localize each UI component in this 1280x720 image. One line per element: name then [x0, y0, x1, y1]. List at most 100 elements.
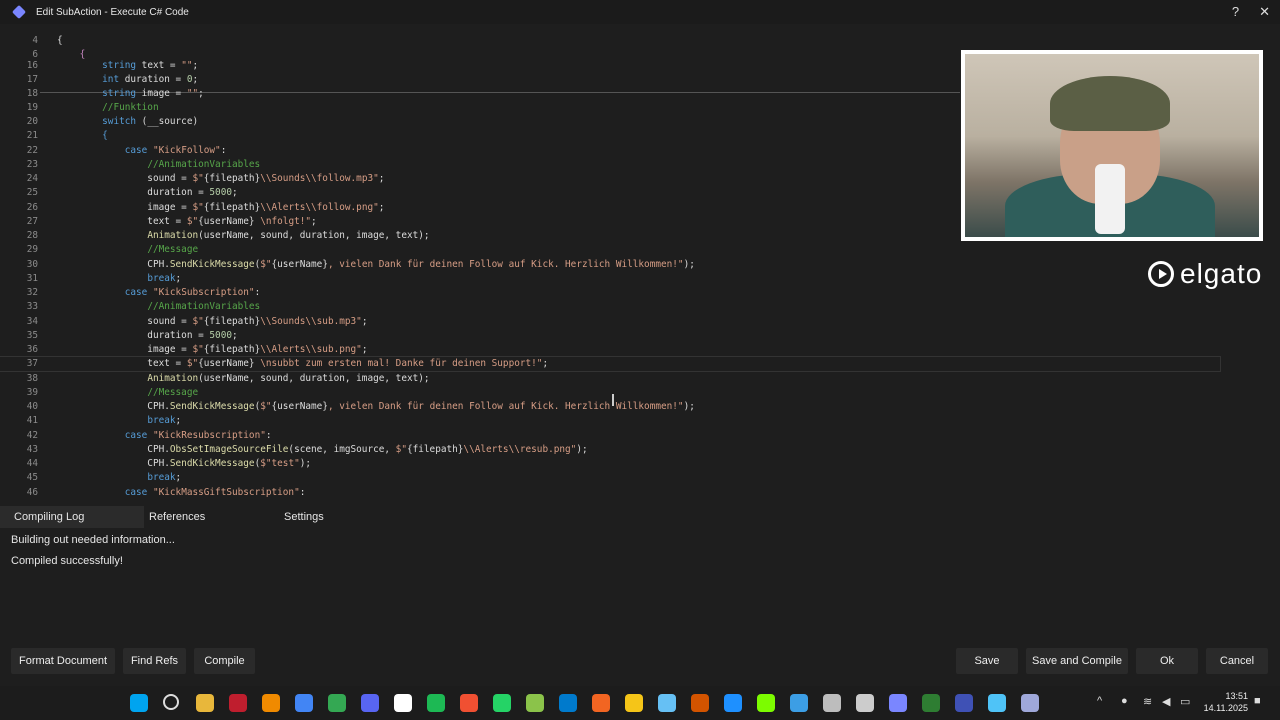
code-line[interactable]: 32 case "KickSubscription": — [0, 286, 1220, 300]
code-line[interactable]: 44 CPH.SendKickMessage($"test"); — [0, 457, 1220, 471]
filezilla-icon[interactable] — [229, 694, 247, 712]
code-line[interactable]: 46 case "KickMassGiftSubscription": — [0, 486, 1220, 500]
chrome-alt-icon[interactable] — [328, 694, 346, 712]
code-text[interactable]: //Funktion — [57, 101, 158, 115]
line-number: 28 — [26, 230, 38, 241]
app-grid-icon[interactable] — [922, 694, 940, 712]
format-document-button[interactable]: Format Document — [11, 648, 115, 674]
code-text[interactable]: text = $"{userName} \nsubbt zum ersten m… — [57, 357, 548, 371]
streamerbot-icon[interactable] — [889, 694, 907, 712]
code-line[interactable]: 40 CPH.SendKickMessage($"{userName}, vie… — [0, 400, 1220, 414]
steam-icon[interactable] — [658, 694, 676, 712]
code-text[interactable]: break; — [57, 272, 181, 286]
battery-icon[interactable]: ▭ — [1180, 695, 1190, 708]
search-icon[interactable] — [163, 694, 179, 710]
code-text[interactable]: CPH.SendKickMessage($"{userName}, vielen… — [57, 400, 695, 414]
tray-chevron-icon[interactable]: ^ — [1097, 695, 1102, 707]
cancel-button[interactable]: Cancel — [1206, 648, 1268, 674]
code-text[interactable]: sound = $"{filepath}\\Sounds\\follow.mp3… — [57, 172, 384, 186]
code-text[interactable]: CPH.SendKickMessage($"test"); — [57, 457, 311, 471]
notepad-plus-icon[interactable] — [526, 694, 544, 712]
code-text[interactable]: string image = ""; — [57, 87, 204, 101]
code-text[interactable]: image = $"{filepath}\\Alerts\\follow.png… — [57, 201, 384, 215]
close-button[interactable]: ✕ — [1259, 4, 1270, 20]
volume-icon[interactable]: ◀ — [1162, 695, 1170, 708]
notification-icon[interactable]: ■ — [1254, 695, 1261, 707]
code-text[interactable]: CPH.SendKickMessage($"{userName}, vielen… — [57, 258, 695, 272]
code-line[interactable]: 4{ — [0, 34, 1220, 48]
code-text[interactable]: text = $"{userName} \nfolgt!"; — [57, 215, 316, 229]
code-text[interactable]: duration = 5000; — [57, 186, 237, 200]
audio-app-icon[interactable] — [1021, 694, 1039, 712]
code-line[interactable]: 37 text = $"{userName} \nsubbt zum erste… — [0, 356, 1221, 372]
save-and-compile-button[interactable]: Save and Compile — [1026, 648, 1128, 674]
file-explorer-icon[interactable] — [196, 694, 214, 712]
code-line[interactable]: 43 CPH.ObsSetImageSourceFile(scene, imgS… — [0, 443, 1220, 457]
code-text[interactable]: case "KickMassGiftSubscription": — [57, 486, 306, 500]
text-cursor — [612, 394, 614, 406]
app-blue-icon[interactable] — [724, 694, 742, 712]
code-text[interactable]: case "KickResubscription": — [57, 429, 272, 443]
code-text[interactable]: //AnimationVariables — [57, 300, 260, 314]
code-text[interactable]: //AnimationVariables — [57, 158, 260, 172]
code-text[interactable]: case "KickFollow": — [57, 144, 227, 158]
obs-icon[interactable] — [856, 694, 874, 712]
app-a-icon[interactable] — [592, 694, 610, 712]
code-line[interactable]: 31 break; — [0, 272, 1220, 286]
code-line[interactable]: 34 sound = $"{filepath}\\Sounds\\sub.mp3… — [0, 315, 1220, 329]
code-text[interactable]: { — [57, 34, 63, 48]
code-text[interactable]: break; — [57, 471, 181, 485]
code-line[interactable]: 35 duration = 5000; — [0, 329, 1220, 343]
code-text[interactable]: switch (__source) — [57, 115, 198, 129]
windows-start-icon[interactable] — [130, 694, 148, 712]
tab-compiling-log[interactable]: Compiling Log — [0, 506, 144, 528]
code-text[interactable]: break; — [57, 414, 181, 428]
code-line[interactable]: 42 case "KickResubscription": — [0, 429, 1220, 443]
code-text[interactable]: int duration = 0; — [57, 73, 198, 87]
app-move-icon[interactable] — [823, 694, 841, 712]
tab-settings[interactable]: Settings — [270, 506, 324, 528]
discord-icon[interactable] — [361, 694, 379, 712]
notepad-icon[interactable] — [988, 694, 1006, 712]
code-text[interactable]: { — [57, 129, 108, 143]
epic-games-icon[interactable] — [394, 694, 412, 712]
code-line[interactable]: 36 image = $"{filepath}\\Alerts\\sub.png… — [0, 343, 1220, 357]
help-button[interactable]: ? — [1232, 4, 1239, 20]
code-text[interactable]: Animation(userName, sound, duration, ima… — [57, 372, 429, 386]
code-text[interactable]: duration = 5000; — [57, 329, 237, 343]
git-icon[interactable] — [460, 694, 478, 712]
vlc-icon[interactable] — [262, 694, 280, 712]
compile-button[interactable]: Compile — [194, 648, 255, 674]
tab-references[interactable]: References — [135, 506, 205, 528]
code-line[interactable]: 39 //Message — [0, 386, 1220, 400]
code-text[interactable]: //Message — [57, 243, 198, 257]
ok-button[interactable]: Ok — [1136, 648, 1198, 674]
code-text[interactable]: Animation(userName, sound, duration, ima… — [57, 229, 429, 243]
code-line[interactable]: 33 //AnimationVariables — [0, 300, 1220, 314]
app-bubble-icon[interactable] — [790, 694, 808, 712]
app-x-icon[interactable] — [691, 694, 709, 712]
save-button[interactable]: Save — [956, 648, 1018, 674]
microphone-icon[interactable]: ● — [1121, 695, 1128, 707]
code-text[interactable]: sound = $"{filepath}\\Sounds\\sub.mp3"; — [57, 315, 367, 329]
code-text[interactable]: image = $"{filepath}\\Alerts\\sub.png"; — [57, 343, 367, 357]
spotify-icon[interactable] — [427, 694, 445, 712]
code-text[interactable]: CPH.ObsSetImageSourceFile(scene, imgSour… — [57, 443, 587, 457]
code-text[interactable]: case "KickSubscription": — [57, 286, 261, 300]
system-clock[interactable]: 13:51 14.11.2025 — [1204, 690, 1248, 714]
code-line[interactable]: 38 Animation(userName, sound, duration, … — [0, 372, 1220, 386]
app-cube-icon[interactable] — [757, 694, 775, 712]
code-text[interactable]: string text = ""; — [57, 59, 198, 73]
code-line[interactable]: 29 //Message — [0, 243, 1220, 257]
whatsapp-icon[interactable] — [493, 694, 511, 712]
chrome-icon[interactable] — [295, 694, 313, 712]
vscode-icon[interactable] — [559, 694, 577, 712]
app-r-icon[interactable] — [625, 694, 643, 712]
code-line[interactable]: 30 CPH.SendKickMessage($"{userName}, vie… — [0, 258, 1220, 272]
app-pill-icon[interactable] — [955, 694, 973, 712]
wifi-icon[interactable]: ≋ — [1143, 695, 1152, 708]
find-refs-button[interactable]: Find Refs — [123, 648, 186, 674]
code-text[interactable]: //Message — [57, 386, 198, 400]
code-line[interactable]: 41 break; — [0, 414, 1220, 428]
code-line[interactable]: 45 break; — [0, 471, 1220, 485]
